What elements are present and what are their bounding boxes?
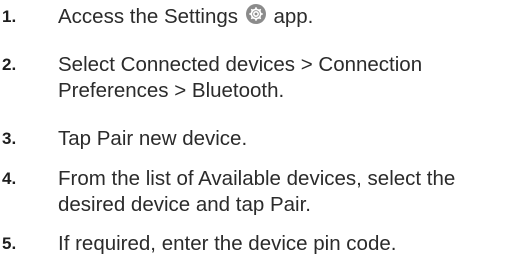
step-text-line-1: Tap Pair new device. xyxy=(58,127,248,150)
step-text-line-2: Preferences > Bluetooth. xyxy=(58,79,285,102)
step-text-before-icon: Access the Settings xyxy=(58,5,239,28)
settings-gear-icon xyxy=(245,4,266,24)
step-number: 2. xyxy=(2,55,17,74)
step-text: Access the Settings app. xyxy=(58,4,528,30)
step-number: 4. xyxy=(2,169,17,188)
step-text-line-2: desired device and tap Pair. xyxy=(58,193,311,216)
step-number: 1. xyxy=(2,7,17,26)
instruction-steps: 1. Access the Settings app. 2. Select Co… xyxy=(0,0,531,261)
step-number: 3. xyxy=(2,129,17,148)
step-number: 5. xyxy=(2,234,17,253)
step-text-line-1: From the list of Available devices, sele… xyxy=(58,167,456,190)
step-text-line-1: If required, enter the device pin code. xyxy=(58,232,397,255)
step-text: From the list of Available devices, sele… xyxy=(58,166,528,218)
step-text-after-icon: app. xyxy=(273,5,314,28)
step-text: If required, enter the device pin code. xyxy=(58,231,528,257)
step-text-line-1: Select Connected devices > Connection xyxy=(58,53,423,76)
step-text: Select Connected devices > Connection Pr… xyxy=(58,52,528,104)
step-text: Tap Pair new device. xyxy=(58,126,528,152)
